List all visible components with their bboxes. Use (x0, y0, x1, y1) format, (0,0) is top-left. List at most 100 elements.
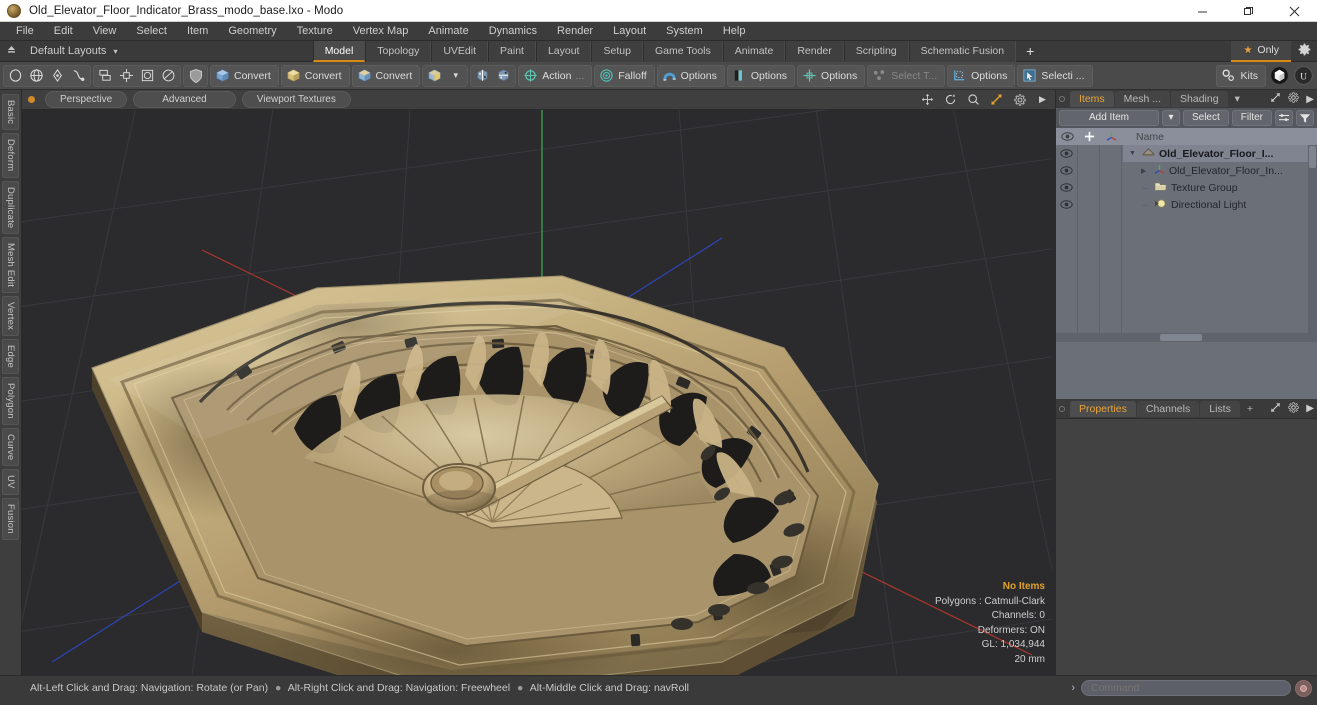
gear-icon[interactable] (1291, 43, 1317, 59)
viewport-menu-dot-icon[interactable] (28, 96, 35, 103)
vtab-fusion[interactable]: Fusion (2, 497, 19, 540)
zoom-icon[interactable] (965, 92, 982, 108)
tab-render[interactable]: Render (785, 40, 844, 62)
tab-scripting[interactable]: Scripting (843, 40, 909, 62)
kits-button[interactable]: Kits (1216, 64, 1266, 87)
symmetry-x-icon[interactable] (472, 66, 493, 86)
pan-icon[interactable] (919, 92, 936, 108)
only-toggle[interactable]: ★ Only (1231, 40, 1291, 62)
scrollbar-thumb[interactable] (1309, 146, 1316, 168)
symmetry-options-button[interactable]: Options (797, 64, 866, 87)
fit-view-icon[interactable] (988, 92, 1005, 108)
collapse-icon[interactable] (0, 44, 22, 58)
vtab-edge[interactable]: Edge (2, 339, 19, 375)
tab-schematic-fusion[interactable]: Schematic Fusion (908, 40, 1017, 62)
menu-render[interactable]: Render (547, 22, 603, 41)
expand-triangle-icon[interactable]: ▶ (1141, 167, 1150, 175)
items-list[interactable]: ▼ Old_Elevator_Floor_I... ▶ Old_Elevator… (1056, 145, 1317, 333)
vtab-deform[interactable]: Deform (2, 133, 19, 178)
list-options-icon[interactable] (1275, 110, 1293, 126)
vtab-curve[interactable]: Curve (2, 427, 19, 467)
tab-paint[interactable]: Paint (488, 40, 536, 62)
vtab-mesh-edit[interactable]: Mesh Edit (2, 237, 19, 294)
viewport-canvas[interactable]: Y No Items Polygons : Catmull-Clark Chan… (22, 110, 1055, 675)
filter-funnel-icon[interactable] (1296, 110, 1314, 126)
substance-icon[interactable] (1268, 65, 1290, 87)
items-list-scrollbar-vertical[interactable] (1308, 145, 1317, 333)
fallback-options-button[interactable]: Options (947, 64, 1016, 87)
tab-model[interactable]: Model (312, 40, 366, 62)
expand-triangle-icon[interactable]: ▼ (1129, 150, 1138, 157)
list-item[interactable]: ─ Directional Light (1123, 196, 1317, 213)
tab-properties[interactable]: Properties (1070, 400, 1136, 417)
menu-layout[interactable]: Layout (603, 22, 656, 41)
add-tab-button[interactable]: + (1016, 41, 1044, 62)
tab-topology[interactable]: Topology (365, 40, 432, 62)
viewport[interactable]: Perspective Advanced Viewport Textures ▶ (22, 90, 1055, 675)
menu-dynamics[interactable]: Dynamics (479, 22, 547, 41)
add-item-button[interactable]: Add Item (1059, 110, 1159, 126)
select-button[interactable]: Select (1182, 110, 1229, 126)
pen-tool-icon[interactable] (47, 66, 68, 86)
bevel-icon[interactable] (95, 66, 116, 86)
tab-layout[interactable]: Layout (535, 40, 592, 62)
workplane-options-button[interactable]: Options (726, 64, 796, 87)
menu-system[interactable]: System (656, 22, 713, 41)
convert-button-3[interactable]: Convert (351, 64, 421, 87)
list-item[interactable]: ▼ Old_Elevator_Floor_I... (1123, 145, 1317, 162)
cube-dropdown-icon[interactable] (424, 66, 445, 86)
viewport-view-mode[interactable]: Perspective (45, 91, 128, 108)
items-list-scrollbar-horizontal[interactable] (1056, 333, 1317, 342)
action-center-button[interactable]: Action ... (518, 64, 593, 87)
close-button[interactable] (1271, 0, 1317, 22)
viewport-shading-mode[interactable]: Advanced (133, 91, 236, 108)
tab-uvedit[interactable]: UVEdit (431, 40, 489, 62)
properties-menu-dot-icon[interactable] (1059, 405, 1065, 412)
panel-more-icon[interactable]: ▶ (1303, 94, 1317, 105)
command-input[interactable] (1081, 680, 1291, 696)
minimize-button[interactable] (1179, 0, 1225, 22)
vtab-basic[interactable]: Basic (2, 94, 19, 131)
tab-animate[interactable]: Animate (722, 40, 786, 62)
default-layouts-dropdown[interactable]: Default Layouts ▾ (22, 45, 126, 57)
vtab-uv[interactable]: UV (2, 469, 19, 495)
filter-button[interactable]: Filter (1231, 110, 1272, 126)
record-macro-button[interactable] (1295, 679, 1312, 697)
menu-item[interactable]: Item (177, 22, 218, 41)
panel-expand-icon[interactable] (1267, 92, 1284, 106)
tab-channels[interactable]: Channels (1136, 400, 1200, 417)
tab-shading[interactable]: Shading (1171, 91, 1228, 107)
tab-items[interactable]: Items (1070, 91, 1114, 107)
visibility-toggle[interactable] (1056, 179, 1077, 196)
convert-button-2[interactable]: Convert (280, 64, 350, 87)
menu-vertex-map[interactable]: Vertex Map (343, 22, 419, 41)
tab-mesh[interactable]: Mesh ... (1114, 91, 1171, 107)
vtab-duplicate[interactable]: Duplicate (2, 180, 19, 234)
curve-tool-icon[interactable] (68, 66, 89, 86)
unreal-engine-icon[interactable]: U (1292, 65, 1314, 87)
menu-edit[interactable]: Edit (44, 22, 83, 41)
convert-caret-icon[interactable]: ▾ (445, 66, 466, 86)
add-properties-tab-button[interactable]: + (1241, 401, 1259, 417)
selection-sets-button[interactable]: Selecti ... (1017, 64, 1093, 87)
visibility-toggle[interactable] (1056, 162, 1077, 179)
scrollbar-thumb-horizontal[interactable] (1160, 334, 1203, 341)
add-item-dropdown-icon[interactable]: ▾ (1161, 110, 1180, 126)
list-item[interactable]: ▶ Old_Elevator_Floor_In... (1123, 162, 1317, 179)
rotate-icon[interactable] (942, 92, 959, 108)
tab-setup[interactable]: Setup (591, 40, 643, 62)
menu-select[interactable]: Select (126, 22, 177, 41)
viewport-settings-gear-icon[interactable] (1011, 92, 1028, 108)
shell-icon[interactable] (137, 66, 158, 86)
maximize-button[interactable] (1225, 0, 1271, 22)
properties-gear-icon[interactable] (1285, 401, 1302, 416)
extrude-icon[interactable] (116, 66, 137, 86)
visibility-toggle[interactable] (1056, 196, 1077, 213)
convert-button-1[interactable]: Convert (210, 64, 279, 87)
panel-gear-icon[interactable] (1285, 92, 1302, 106)
menu-help[interactable]: Help (713, 22, 756, 41)
symmetry-y-icon[interactable] (493, 66, 514, 86)
vtab-polygon[interactable]: Polygon (2, 377, 19, 425)
round-icon[interactable] (158, 66, 179, 86)
tab-game-tools[interactable]: Game Tools (642, 40, 723, 62)
